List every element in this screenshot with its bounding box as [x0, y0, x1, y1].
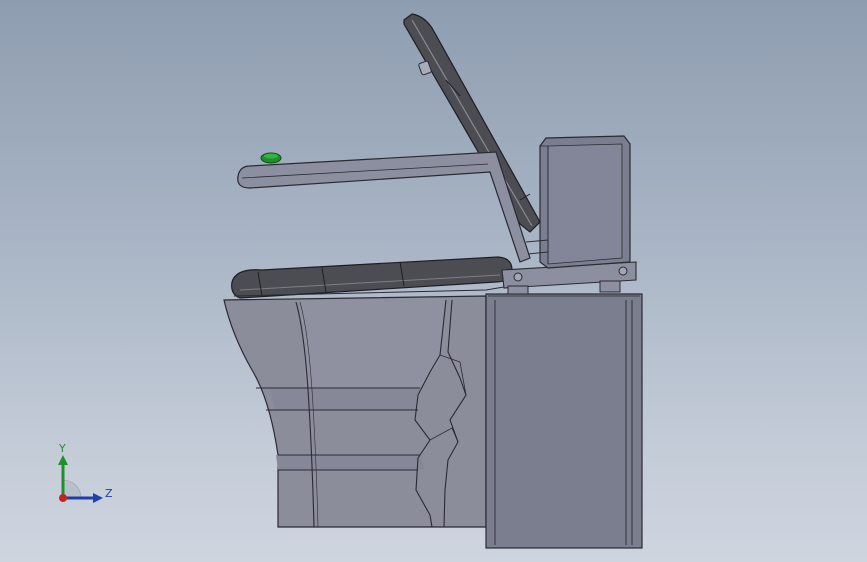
- control-box[interactable]: [539, 135, 631, 269]
- flush-button[interactable]: [260, 152, 282, 164]
- toilet-lid[interactable]: [403, 13, 541, 233]
- z-axis-arrow-icon: [93, 493, 103, 503]
- coordinate-triad-icon: Y Z: [58, 442, 113, 503]
- rear-cabinet[interactable]: [485, 293, 643, 549]
- z-axis-label: Z: [105, 487, 113, 500]
- cad-graphics-viewport[interactable]: Y Z: [0, 0, 867, 562]
- bowl-body[interactable]: [223, 295, 487, 528]
- x-axis-icon: [59, 494, 67, 502]
- armrest[interactable]: [237, 151, 549, 263]
- y-axis-label: Y: [58, 442, 66, 455]
- toilet-seat[interactable]: [231, 256, 513, 299]
- toilet-model[interactable]: [0, 0, 867, 562]
- y-axis-arrow-icon: [58, 455, 68, 465]
